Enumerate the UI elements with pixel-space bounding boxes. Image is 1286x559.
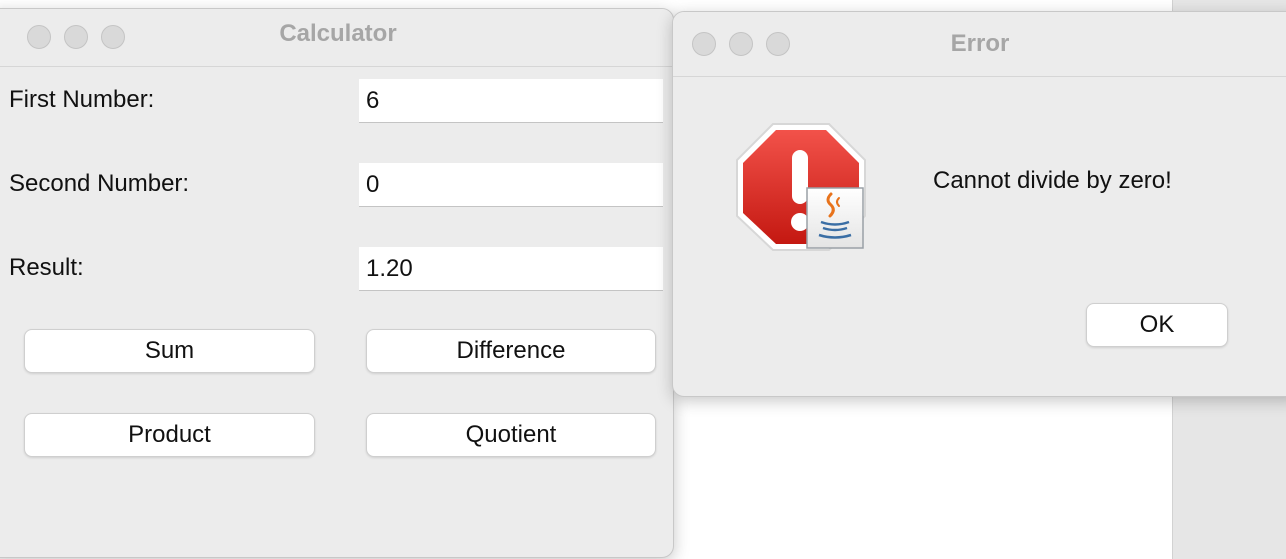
calculator-window: Calculator First Number: 6 Second Number… [0,8,674,558]
error-stop-icon [736,123,866,251]
result-field[interactable]: 1.20 [359,247,663,291]
error-dialog: Error Cannot divide by zero! OK [672,11,1286,397]
difference-button[interactable]: Difference [366,329,656,373]
error-message: Cannot divide by zero! [933,167,1172,194]
background-window-content [668,395,1172,559]
product-button[interactable]: Product [24,413,315,457]
quotient-button[interactable]: Quotient [366,413,656,457]
window-title: Calculator [279,20,397,47]
calculator-titlebar[interactable]: Calculator [0,9,673,67]
sum-button[interactable]: Sum [24,329,315,373]
second-number-field[interactable]: 0 [359,163,663,207]
result-label: Result: [9,254,84,281]
first-number-field[interactable]: 6 [359,79,663,123]
ok-button[interactable]: OK [1086,303,1228,347]
second-number-label: Second Number: [9,170,190,197]
first-number-label: First Number: [9,86,155,113]
dialog-title: Error [950,30,1010,57]
java-cup-icon [806,187,864,249]
error-titlebar[interactable]: Error [673,12,1286,77]
